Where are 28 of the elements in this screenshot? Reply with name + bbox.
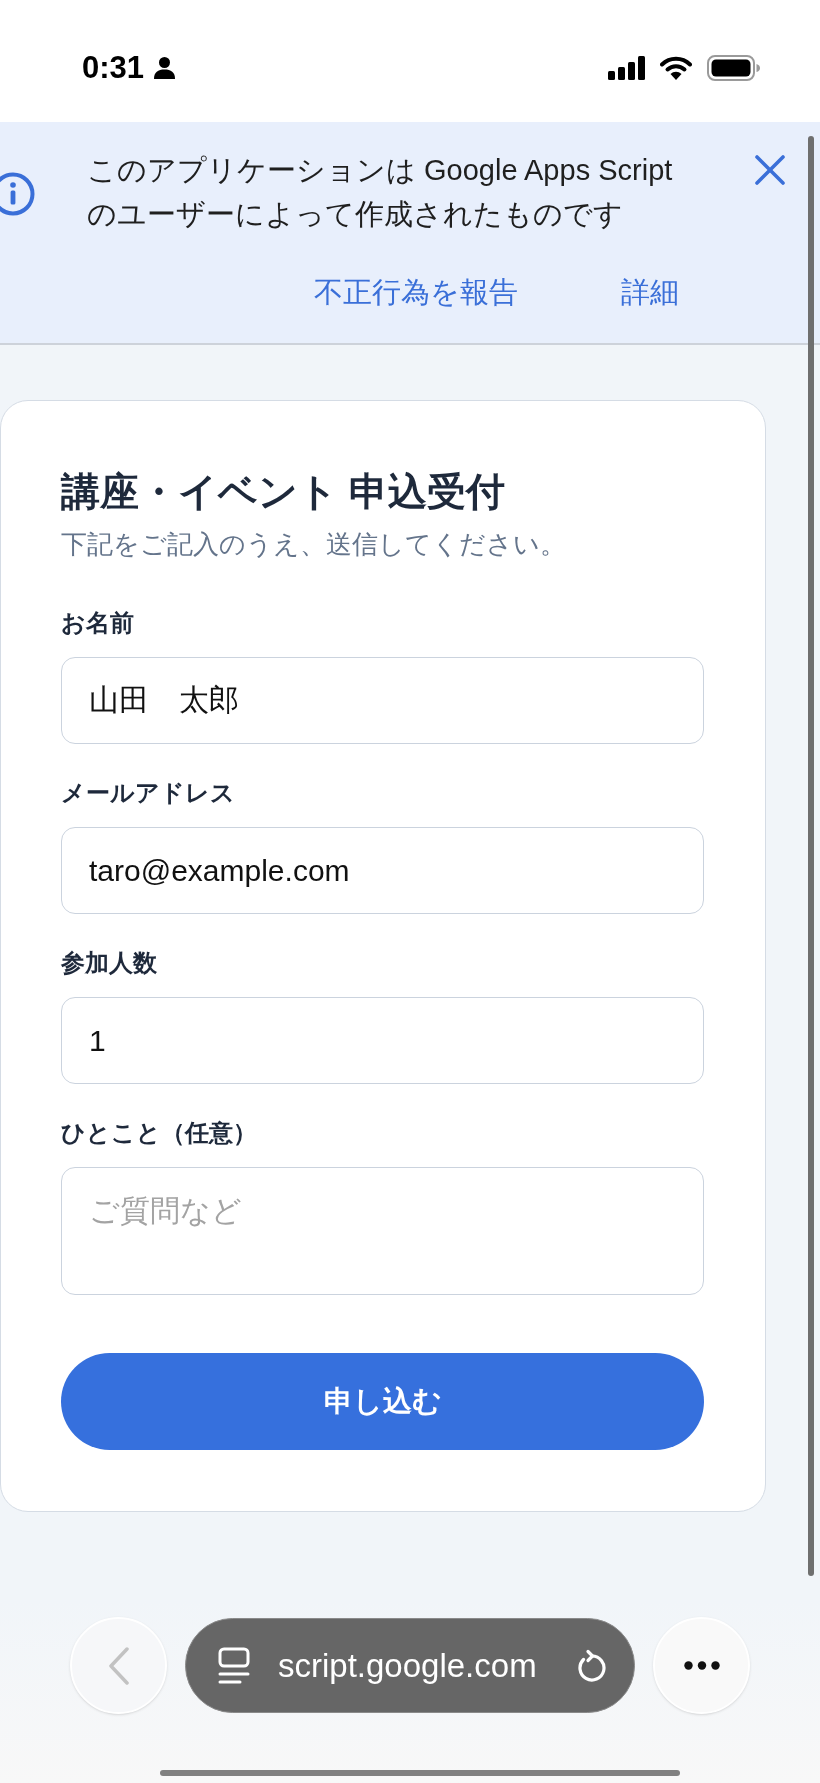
textarea-field[interactable]: ご質問など xyxy=(61,1167,704,1295)
banner-link[interactable]: 不正行為を報告 xyxy=(314,272,518,312)
info-icon xyxy=(0,172,35,216)
form-title: 講座・イベント 申込受付 xyxy=(61,469,506,515)
person-icon xyxy=(154,56,176,79)
input-field[interactable]: 1 xyxy=(61,997,704,1084)
signal-icon xyxy=(608,55,645,80)
close-icon xyxy=(755,155,785,185)
form-subtitle: 下記をご記入のうえ、送信してください。 xyxy=(61,528,567,561)
banner-message: このアプリケーションは Google Apps Script のユーザーによって作成されたものです xyxy=(87,153,674,232)
banner-link[interactable]: 詳細 xyxy=(621,272,679,312)
chevron-left-icon xyxy=(107,1646,130,1685)
url-text: script.google.com xyxy=(278,1645,537,1686)
address-bar[interactable]: script.google.com xyxy=(185,1618,635,1713)
tabs-icon[interactable] xyxy=(218,1646,250,1685)
field-label: 参加人数 xyxy=(61,948,158,978)
status-time: 0:31 xyxy=(82,49,145,86)
submit-button[interactable]: 申し込む xyxy=(61,1353,704,1450)
input-field[interactable]: taro@example.com xyxy=(61,827,704,914)
reload-icon[interactable] xyxy=(576,1648,608,1683)
field-label: お名前 xyxy=(61,608,135,638)
wifi-icon xyxy=(660,55,692,80)
field-label: ひとこと（任意） xyxy=(61,1118,258,1148)
battery-icon xyxy=(707,54,760,81)
field-label: メールアドレス xyxy=(61,778,236,808)
close-button[interactable] xyxy=(755,155,785,185)
input-field[interactable]: 山田 太郎 xyxy=(61,657,704,744)
more-icon xyxy=(683,1661,720,1670)
